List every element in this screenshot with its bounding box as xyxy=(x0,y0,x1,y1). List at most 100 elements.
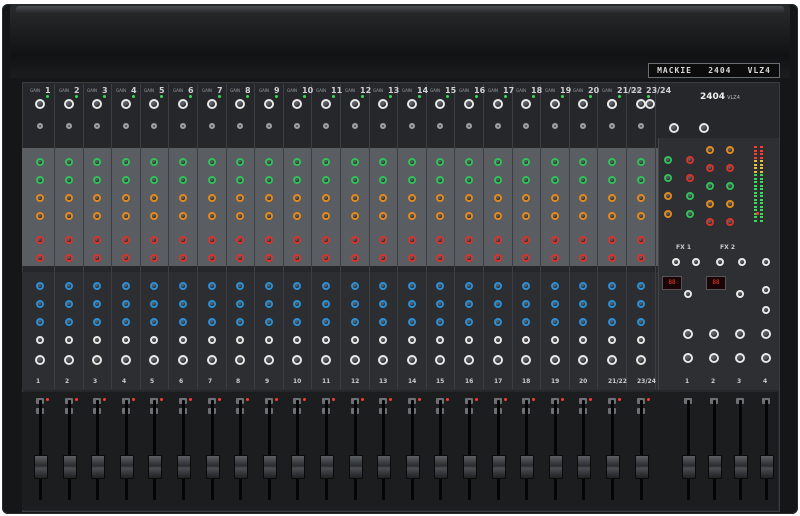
pan-knob[interactable] xyxy=(207,355,217,365)
eq-knob-4[interactable] xyxy=(551,336,559,344)
eq-knob-4[interactable] xyxy=(65,336,73,344)
eq-knob-3[interactable] xyxy=(36,318,44,326)
channel-fader[interactable] xyxy=(291,455,305,479)
eq-knob-1[interactable] xyxy=(408,282,416,290)
aux-send-knob-4[interactable] xyxy=(122,212,130,220)
eq-knob-1[interactable] xyxy=(522,282,530,290)
fx-knob[interactable] xyxy=(736,290,744,298)
eq-knob-1[interactable] xyxy=(436,282,444,290)
eq-knob-3[interactable] xyxy=(379,318,387,326)
trim-knob[interactable] xyxy=(638,123,644,129)
aux-send-knob-6[interactable] xyxy=(179,254,187,262)
aux-send-knob-6[interactable] xyxy=(293,254,301,262)
aux-send-knob-3[interactable] xyxy=(322,194,330,202)
eq-knob-4[interactable] xyxy=(579,336,587,344)
pan-knob[interactable] xyxy=(607,355,617,365)
aux-send-knob-5[interactable] xyxy=(522,236,530,244)
eq-knob-3[interactable] xyxy=(579,318,587,326)
pan-knob[interactable] xyxy=(149,355,159,365)
aux-send-knob-2[interactable] xyxy=(236,176,244,184)
aux-master-knob[interactable] xyxy=(726,146,734,154)
aux-send-knob-3[interactable] xyxy=(494,194,502,202)
fx-knob[interactable] xyxy=(738,258,746,266)
aux-send-knob-4[interactable] xyxy=(551,212,559,220)
eq-knob-4[interactable] xyxy=(122,336,130,344)
aux-send-knob-4[interactable] xyxy=(65,212,73,220)
aux-send-knob-2[interactable] xyxy=(379,176,387,184)
trim-knob[interactable] xyxy=(37,123,43,129)
aux-send-knob-2[interactable] xyxy=(522,176,530,184)
channel-fader[interactable] xyxy=(406,455,420,479)
trim-knob[interactable] xyxy=(151,123,157,129)
aux-send-knob-2[interactable] xyxy=(36,176,44,184)
aux-send-knob-2[interactable] xyxy=(65,176,73,184)
pan-knob[interactable] xyxy=(321,355,331,365)
gain-knob[interactable] xyxy=(321,99,331,109)
aux-send-knob-1[interactable] xyxy=(179,158,187,166)
gain-knob[interactable] xyxy=(64,99,74,109)
gain-knob[interactable] xyxy=(493,99,503,109)
aux-send-knob-4[interactable] xyxy=(265,212,273,220)
gain-knob[interactable] xyxy=(464,99,474,109)
eq-knob-2[interactable] xyxy=(265,300,273,308)
pan-knob[interactable] xyxy=(407,355,417,365)
eq-knob-1[interactable] xyxy=(265,282,273,290)
aux-send-knob-6[interactable] xyxy=(150,254,158,262)
aux-send-knob-3[interactable] xyxy=(351,194,359,202)
aux-send-knob-6[interactable] xyxy=(494,254,502,262)
aux-send-knob-3[interactable] xyxy=(408,194,416,202)
eq-knob-3[interactable] xyxy=(179,318,187,326)
pan-knob[interactable] xyxy=(178,355,188,365)
aux-send-knob-1[interactable] xyxy=(322,158,330,166)
aux-send-knob-1[interactable] xyxy=(436,158,444,166)
aux-send-knob-4[interactable] xyxy=(293,212,301,220)
channel-fader[interactable] xyxy=(206,455,220,479)
aux-send-knob-3[interactable] xyxy=(465,194,473,202)
aux-send-knob-1[interactable] xyxy=(579,158,587,166)
aux-send-knob-4[interactable] xyxy=(522,212,530,220)
aux-send-knob-5[interactable] xyxy=(122,236,130,244)
channel-fader[interactable] xyxy=(63,455,77,479)
pan-knob[interactable] xyxy=(578,355,588,365)
aux-send-knob-4[interactable] xyxy=(93,212,101,220)
eq-knob-2[interactable] xyxy=(179,300,187,308)
aux-send-knob-1[interactable] xyxy=(408,158,416,166)
aux-send-knob-5[interactable] xyxy=(637,236,645,244)
aux-send-knob-3[interactable] xyxy=(122,194,130,202)
aux-send-knob-6[interactable] xyxy=(522,254,530,262)
channel-fader[interactable] xyxy=(520,455,534,479)
gain-knob[interactable] xyxy=(407,99,417,109)
aux-send-knob-5[interactable] xyxy=(551,236,559,244)
eq-knob-4[interactable] xyxy=(436,336,444,344)
fx-knob[interactable] xyxy=(762,286,770,294)
trim-knob[interactable] xyxy=(294,123,300,129)
eq-knob-1[interactable] xyxy=(65,282,73,290)
aux-send-knob-1[interactable] xyxy=(637,158,645,166)
subgroup-pan-knob[interactable] xyxy=(683,329,693,339)
channel-fader[interactable] xyxy=(148,455,162,479)
aux-send-knob-1[interactable] xyxy=(465,158,473,166)
fx-knob[interactable] xyxy=(762,306,770,314)
eq-knob-1[interactable] xyxy=(379,282,387,290)
subgroup-pan-knob[interactable] xyxy=(761,329,771,339)
aux-send-knob-3[interactable] xyxy=(236,194,244,202)
aux-master-knob[interactable] xyxy=(706,218,714,226)
aux-send-knob-5[interactable] xyxy=(608,236,616,244)
eq-knob-3[interactable] xyxy=(93,318,101,326)
gain-knob[interactable] xyxy=(435,99,445,109)
subgroup-fader[interactable] xyxy=(734,455,748,479)
aux-master-knob[interactable] xyxy=(686,192,694,200)
gain-knob[interactable] xyxy=(178,99,188,109)
aux-send-knob-5[interactable] xyxy=(494,236,502,244)
aux-send-knob-2[interactable] xyxy=(265,176,273,184)
gain-knob[interactable] xyxy=(121,99,131,109)
eq-knob-1[interactable] xyxy=(36,282,44,290)
aux-send-knob-3[interactable] xyxy=(293,194,301,202)
aux-send-knob-6[interactable] xyxy=(408,254,416,262)
eq-knob-2[interactable] xyxy=(379,300,387,308)
aux-send-knob-2[interactable] xyxy=(122,176,130,184)
eq-knob-1[interactable] xyxy=(122,282,130,290)
fx-knob[interactable] xyxy=(716,258,724,266)
subgroup-level-knob[interactable] xyxy=(761,353,771,363)
eq-knob-2[interactable] xyxy=(122,300,130,308)
